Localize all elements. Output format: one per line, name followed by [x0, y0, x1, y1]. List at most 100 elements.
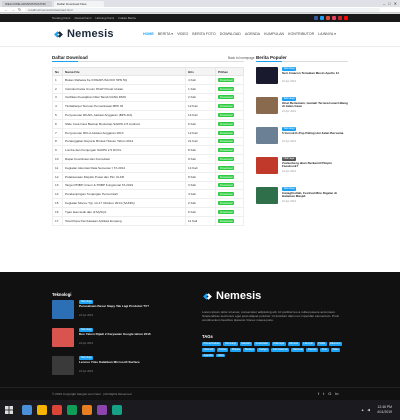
popular-thumbnail[interactable]: [256, 97, 278, 114]
menu-kontributor[interactable]: KONTRIBUTOR: [288, 32, 314, 36]
url-input[interactable]: localhost/nemesis/download.html: [25, 7, 380, 12]
download-button[interactable]: Download: [218, 165, 235, 170]
tag-chip[interactable]: Agenda: [202, 353, 215, 358]
tag-chip[interactable]: Otomotif: [202, 347, 215, 352]
footer-post-title[interactable]: Deo Yakon Dijadi 2 Karyawan Google tahun…: [79, 332, 161, 337]
taskbar-app-icon[interactable]: [22, 405, 32, 415]
menu-home[interactable]: HOME: [143, 32, 154, 36]
network-icon[interactable]: ▲: [361, 408, 364, 412]
popular-item-title[interactable]: Instagfirollah, Festival Mire Digelar di…: [282, 191, 348, 200]
footer-post[interactable]: Teknologi Perusahaan Besar Siapy Tak Lagi…: [52, 300, 162, 326]
social-square-icon[interactable]: [332, 16, 336, 20]
footer-post[interactable]: Teknologi Deo Yakon Dijadi 2 Karyawan Goo…: [52, 328, 162, 354]
taskbar-app-icon[interactable]: [67, 405, 77, 415]
back-to-home-link[interactable]: Back to homepage: [228, 56, 255, 60]
top-link-hubungi[interactable]: Hubungi Kami: [95, 16, 114, 20]
popular-item-title[interactable]: Onal Bertemain, Isamah Terrara Israel Hi…: [282, 101, 348, 110]
menu-kumpulan[interactable]: KUMPULAN: [264, 32, 284, 36]
tag-chip[interactable]: Internasional: [271, 347, 290, 352]
taskbar-clock[interactable]: 12:46 PM 4/11/2019: [377, 405, 392, 414]
popular-item-title[interactable]: 5 Inovok K-Pop Paling Hot Jalan Bersama: [282, 131, 348, 136]
download-button[interactable]: Download: [218, 148, 235, 153]
top-link-alamat[interactable]: Alamat Kami: [74, 16, 91, 20]
social-square-icon[interactable]: [320, 16, 324, 20]
popular-item[interactable]: Olahraga Zuckerberg akan Berkemil Pimpin …: [256, 157, 348, 182]
footer-social-icon[interactable]: in: [335, 391, 338, 396]
footer-logo[interactable]: Nemesis: [202, 290, 261, 302]
download-button[interactable]: Download: [218, 209, 235, 214]
popular-item[interactable]: Teknologi Instagfirollah, Festival Mire D…: [256, 187, 348, 212]
download-button[interactable]: Download: [218, 86, 235, 91]
popular-item[interactable]: Teknologi Seri Amazon Temukan Mesin Apoll…: [256, 67, 348, 92]
tag-chip[interactable]: Kesehatan: [254, 342, 270, 346]
popular-item-title[interactable]: Seri Amazon Temukan Mesin Apollo 11: [282, 71, 348, 76]
popular-item[interactable]: Teknologi 5 Inovok K-Pop Paling Hot Jalan…: [256, 127, 348, 152]
social-square-icon[interactable]: [326, 16, 330, 20]
tag-chip[interactable]: Sekolah: [239, 342, 253, 346]
download-button[interactable]: Download: [218, 218, 235, 223]
footer-social-icon[interactable]: G: [328, 391, 331, 396]
site-logo[interactable]: Nemesis: [53, 28, 114, 40]
download-button[interactable]: Download: [218, 95, 235, 100]
tag-chip[interactable]: Teknologi: [223, 342, 238, 346]
taskbar-app-icon[interactable]: [97, 405, 107, 415]
taskbar-app-icon[interactable]: [37, 405, 47, 415]
footer-social-icon[interactable]: f: [318, 391, 319, 396]
social-square-icon[interactable]: [344, 16, 348, 20]
popular-thumbnail[interactable]: [256, 67, 278, 84]
menu-berita-foto[interactable]: BERITA FOTO: [192, 32, 215, 36]
footer-social-icon[interactable]: t: [323, 391, 324, 396]
popular-item[interactable]: Teknologi Onal Bertemain, Isamah Terrara …: [256, 97, 348, 122]
tag-chip[interactable]: Olahraga: [271, 342, 286, 346]
tag-chip[interactable]: Video: [330, 347, 341, 352]
footer-post-thumbnail[interactable]: [52, 356, 74, 375]
footer-post-title[interactable]: Lenovo Yoko Kalahkan Microsoft Surface: [79, 360, 161, 365]
tag-chip[interactable]: Ekonomi: [328, 342, 342, 346]
volume-icon[interactable]: ◀: [367, 408, 370, 412]
download-button[interactable]: Download: [218, 130, 235, 135]
taskbar-app-icon[interactable]: [112, 405, 122, 415]
popular-thumbnail[interactable]: [256, 157, 278, 174]
tag-chip[interactable]: Daerah: [306, 347, 319, 352]
top-link-indeks[interactable]: Indeks Berita: [118, 16, 136, 20]
footer-post[interactable]: Teknologi Lenovo Yoko Kalahkan Microsoft …: [52, 356, 162, 382]
taskbar-app-icon[interactable]: [52, 405, 62, 415]
tag-chip[interactable]: Foto: [320, 347, 329, 352]
tag-chip[interactable]: Politik: [316, 342, 327, 346]
reload-icon[interactable]: ↻: [18, 7, 21, 12]
footer-post-title[interactable]: Perusahaan Besar Siapy Tak Lagi Produksi…: [79, 304, 161, 309]
tag-chip[interactable]: Nasional: [291, 347, 305, 352]
social-square-icon[interactable]: [314, 16, 318, 20]
menu-agenda[interactable]: AGENDA: [245, 32, 260, 36]
popular-item-title[interactable]: Zuckerberg akan Berkemil Pimpin Facebook…: [282, 161, 348, 170]
tag-chip[interactable]: Wisata: [230, 347, 242, 352]
tag-chip[interactable]: Lifestyle: [301, 342, 315, 346]
footer-post-thumbnail[interactable]: [52, 300, 74, 319]
popular-thumbnail[interactable]: [256, 127, 278, 144]
download-button[interactable]: Download: [218, 157, 235, 162]
menu-download[interactable]: DOWNLOAD: [220, 32, 241, 36]
download-button[interactable]: Download: [218, 192, 235, 197]
tag-chip[interactable]: Opini: [216, 353, 226, 358]
top-link-tentang[interactable]: Tentang Kami: [52, 16, 70, 20]
tag-chip[interactable]: Pemerintahan: [202, 342, 222, 346]
download-button[interactable]: Download: [218, 183, 235, 188]
social-square-icon[interactable]: [338, 16, 342, 20]
download-button[interactable]: Download: [218, 104, 235, 109]
tag-chip[interactable]: Gadget: [257, 347, 270, 352]
menu-berita[interactable]: BERITA ▾: [158, 32, 173, 36]
back-arrow-icon[interactable]: ←: [4, 7, 8, 12]
download-button[interactable]: Download: [218, 77, 235, 82]
menu-lainnya[interactable]: LAINNYA ▾: [318, 32, 336, 36]
popular-thumbnail[interactable]: [256, 187, 278, 204]
tag-chip[interactable]: Budaya: [243, 347, 256, 352]
menu-video[interactable]: VIDEO: [177, 32, 188, 36]
tag-chip[interactable]: Hiburan: [287, 342, 300, 346]
tag-chip[interactable]: Kuliner: [217, 347, 229, 352]
footer-post-thumbnail[interactable]: [52, 328, 74, 347]
download-button[interactable]: Download: [218, 174, 235, 179]
forward-arrow-icon[interactable]: →: [11, 7, 15, 12]
taskbar-app-icon[interactable]: [82, 405, 92, 415]
download-button[interactable]: Download: [218, 201, 235, 206]
download-button[interactable]: Download: [218, 113, 235, 118]
